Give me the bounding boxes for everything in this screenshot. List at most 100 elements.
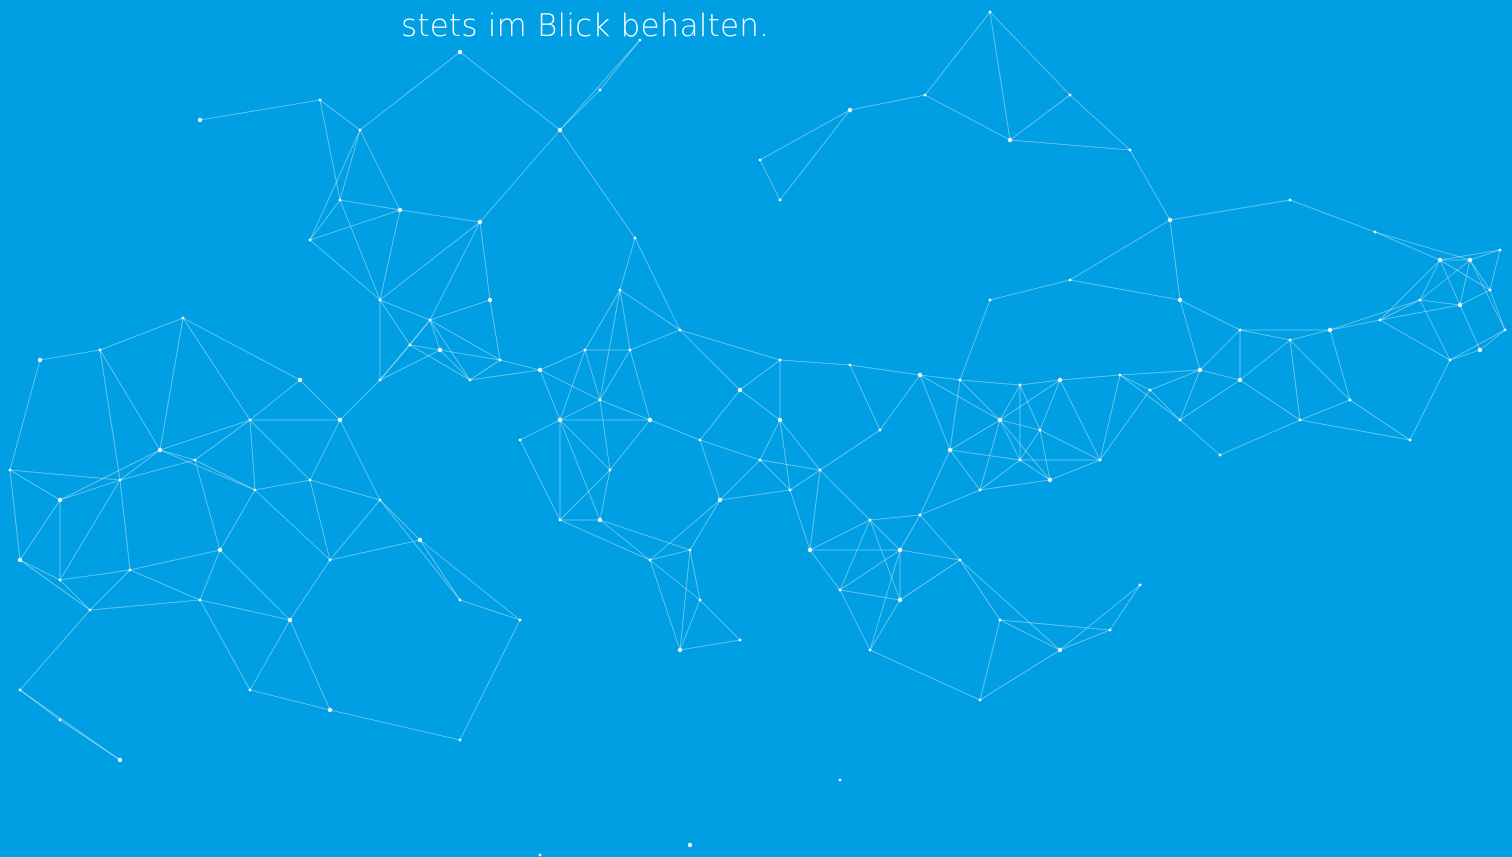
network-edge xyxy=(1379,259,1441,321)
network-edge xyxy=(899,549,961,561)
network-edge xyxy=(949,449,981,491)
network-edge xyxy=(999,384,1021,421)
network-edge xyxy=(1489,249,1501,291)
network-edge xyxy=(329,499,381,561)
network-edge xyxy=(1129,149,1171,221)
network-node xyxy=(337,417,343,423)
network-edge xyxy=(289,559,331,621)
network-edge xyxy=(39,349,101,361)
network-node xyxy=(1288,198,1292,202)
network-edge xyxy=(249,619,291,691)
network-edge xyxy=(634,237,681,331)
network-edge xyxy=(924,94,1011,141)
hero-tagline: stets im Blick behalten. xyxy=(401,8,770,44)
network-node xyxy=(58,718,62,722)
network-edge xyxy=(1059,374,1121,381)
network-edge xyxy=(194,419,251,461)
network-node xyxy=(1298,418,1302,422)
network-node xyxy=(1167,217,1173,223)
network-node xyxy=(537,367,543,373)
network-edge xyxy=(9,359,41,471)
network-edge xyxy=(1374,231,1471,261)
network-node xyxy=(1348,398,1352,402)
network-node xyxy=(308,238,312,242)
network-edge xyxy=(979,479,1051,491)
network-node xyxy=(428,318,432,322)
network-node xyxy=(1098,458,1102,462)
network-node xyxy=(807,547,813,553)
network-edge xyxy=(1169,199,1291,221)
network-node xyxy=(557,417,563,423)
network-edge xyxy=(319,99,341,201)
network-edge xyxy=(919,374,961,381)
network-node xyxy=(1457,302,1463,308)
network-node xyxy=(1018,383,1022,387)
network-node xyxy=(98,348,102,352)
network-edge xyxy=(309,209,401,241)
network-edge xyxy=(689,499,721,551)
network-node xyxy=(198,598,202,602)
network-edge xyxy=(1289,339,1351,401)
network-node xyxy=(618,288,622,292)
network-edge xyxy=(899,559,961,601)
network-node xyxy=(868,518,872,522)
network-node xyxy=(838,778,842,782)
network-node xyxy=(1178,418,1182,422)
network-edge xyxy=(849,364,881,431)
network-edge xyxy=(899,514,921,551)
network-node xyxy=(583,348,587,352)
network-edge xyxy=(1179,369,1201,421)
network-node xyxy=(538,853,542,857)
network-edge xyxy=(219,549,291,621)
network-edge xyxy=(469,369,541,381)
network-edge xyxy=(1349,399,1411,441)
network-edge xyxy=(619,237,636,291)
network-node xyxy=(1373,230,1377,234)
network-edge xyxy=(629,349,651,421)
network-edge xyxy=(489,299,501,361)
network-edge xyxy=(949,379,961,451)
network-edge xyxy=(559,129,636,239)
network-edge xyxy=(1039,379,1061,431)
network-node xyxy=(8,468,12,472)
network-edge xyxy=(1009,139,1131,151)
network-edge xyxy=(1239,339,1291,381)
network-edge xyxy=(779,359,851,366)
network-graph-background xyxy=(8,10,1507,857)
network-edge xyxy=(1019,459,1051,481)
network-node xyxy=(698,598,702,602)
network-edge xyxy=(59,449,161,501)
network-edge xyxy=(339,379,381,421)
network-edge xyxy=(159,317,184,451)
network-node xyxy=(248,418,252,422)
network-edge xyxy=(1099,389,1151,461)
network-edge xyxy=(99,317,184,351)
network-edge xyxy=(1179,299,1241,331)
network-edge xyxy=(419,539,521,621)
network-edge xyxy=(469,359,501,381)
network-edge xyxy=(59,479,121,581)
network-edge xyxy=(869,519,901,601)
network-node xyxy=(181,316,185,320)
network-edge xyxy=(1419,299,1461,306)
network-edge xyxy=(1459,289,1491,306)
network-edge xyxy=(959,559,1061,651)
network-edge xyxy=(789,489,811,551)
network-edge xyxy=(249,379,301,421)
network-edge xyxy=(869,514,921,521)
network-edge xyxy=(599,399,651,421)
network-edge xyxy=(1109,584,1141,631)
network-node xyxy=(897,547,903,553)
network-node xyxy=(918,513,922,517)
network-node xyxy=(1288,338,1292,342)
network-edge xyxy=(979,619,1001,701)
network-node xyxy=(598,398,602,402)
network-edge xyxy=(339,199,381,301)
network-edge xyxy=(869,599,901,651)
network-edge xyxy=(129,569,201,601)
network-node xyxy=(1488,288,1492,292)
network-node xyxy=(378,298,382,302)
network-edge xyxy=(999,379,1061,421)
network-node xyxy=(518,438,522,442)
network-edge xyxy=(1469,259,1506,331)
